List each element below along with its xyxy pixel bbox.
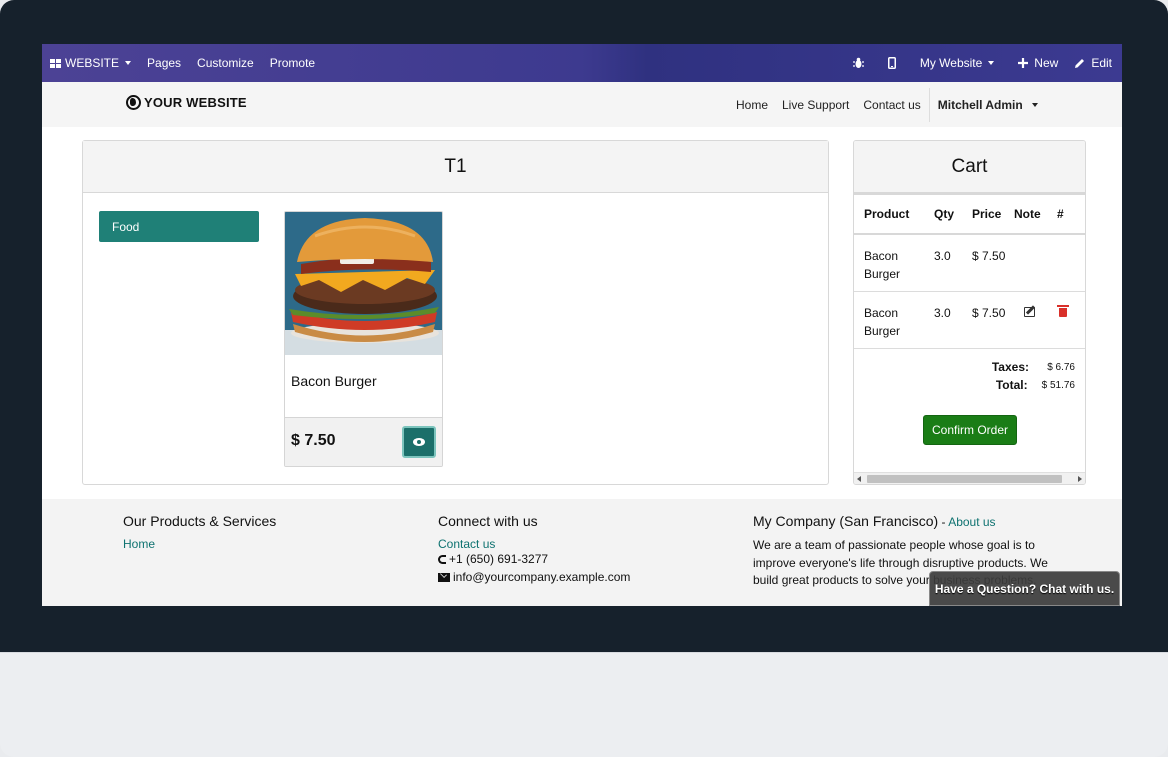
footer-products: Our Products & Services Home (123, 513, 403, 551)
cart-row-qty: 3.0 (934, 291, 972, 349)
bug-icon (852, 57, 864, 68)
footer-email: info@yourcompany.example.com (438, 569, 728, 587)
cart-row-actions (1057, 291, 1085, 349)
category-food-button[interactable]: Food (99, 211, 259, 242)
view-product-button[interactable] (402, 426, 436, 458)
product-name: Bacon Burger (291, 373, 377, 389)
website-selector[interactable]: My Website (908, 44, 1006, 82)
product-price: $ 7.50 (291, 432, 336, 449)
cart-header-row: Product Qty Price Note # (854, 193, 1085, 235)
cart-row-actions (1057, 234, 1085, 292)
scroll-right-icon[interactable] (1078, 476, 1082, 482)
chevron-down-icon (125, 61, 132, 65)
cart-row-product: Bacon Burger (854, 291, 934, 349)
confirm-order-button[interactable]: Confirm Order (923, 415, 1017, 445)
col-product: Product (854, 193, 934, 235)
total-label: Total: (995, 378, 1028, 392)
footer-link-contact[interactable]: Contact us (438, 537, 728, 551)
cart-row-note (1014, 291, 1057, 349)
footer-products-heading: Our Products & Services (123, 513, 277, 529)
cart-row-qty: 3.0 (934, 234, 972, 292)
taxes-value: $ 6.76 (1047, 361, 1075, 373)
edit-button[interactable]: Edit (1070, 44, 1122, 82)
nav-contact-us[interactable]: Contact us (856, 98, 927, 112)
nav-home[interactable]: Home (729, 98, 775, 112)
cart-row-product: Bacon Burger (854, 234, 934, 292)
chevron-down-icon (988, 61, 995, 65)
live-chat-button[interactable]: Have a Question? Chat with us. (929, 571, 1120, 606)
app-menu-button[interactable]: WEBSITE (42, 44, 139, 82)
table-title: T1 (83, 141, 828, 193)
footer-link-home[interactable]: Home (123, 537, 403, 551)
cart-row-price: $ 7.50 (972, 291, 1014, 349)
mobile-preview-button[interactable] (876, 44, 908, 82)
debug-button[interactable] (841, 44, 876, 82)
monitor-base (0, 652, 1168, 757)
website-header: YOUR WEBSITE Home Live Support Contact u… (42, 82, 1122, 127)
total-value: $ 51.76 (1041, 379, 1075, 391)
scrollbar-thumb[interactable] (867, 475, 1062, 483)
cart-panel: Cart Product Qty Price Note # Bacon Burg… (853, 140, 1086, 485)
col-qty: Qty (934, 193, 972, 235)
new-label: New (1034, 56, 1059, 70)
col-note: Note (1014, 193, 1057, 235)
globe-icon (126, 95, 141, 110)
horizontal-scrollbar[interactable] (854, 472, 1085, 484)
admin-bar: WEBSITE Pages Customize Promote My Websi… (42, 44, 1122, 82)
website-selector-label: My Website (919, 56, 983, 70)
trash-icon[interactable] (1057, 304, 1069, 317)
company-name: My Company (San Francisco) (753, 513, 939, 529)
cart-row: Bacon Burger 3.0 $ 7.50 (854, 234, 1085, 292)
col-actions: # (1057, 193, 1085, 235)
apps-grid-icon (50, 58, 61, 68)
footer-phone: +1 (650) 691-3277 (438, 551, 728, 569)
pencil-icon (1075, 58, 1085, 68)
cart-row: Bacon Burger 3.0 $ 7.50 (854, 291, 1085, 349)
cart-title: Cart (854, 141, 1085, 193)
about-separator: - (938, 515, 949, 529)
site-logo[interactable]: YOUR WEBSITE (126, 95, 247, 110)
chevron-down-icon (1032, 103, 1038, 108)
app-menu-label: WEBSITE (65, 56, 120, 70)
cart-row-price: $ 7.50 (972, 234, 1014, 292)
browser-screen: WEBSITE Pages Customize Promote My Websi… (42, 44, 1122, 606)
footer-link-about[interactable]: About us (948, 515, 995, 529)
mobile-icon (887, 57, 896, 69)
footer-connect-heading: Connect with us (438, 513, 538, 529)
cart-table: Product Qty Price Note # Bacon Burger 3.… (854, 193, 1085, 349)
phone-icon (438, 555, 446, 564)
product-image (285, 212, 442, 355)
new-button[interactable]: New (1006, 44, 1070, 82)
footer-phone-text: +1 (650) 691-3277 (449, 552, 549, 566)
envelope-icon (438, 572, 450, 582)
edit-note-icon[interactable] (1024, 306, 1035, 317)
scroll-left-icon[interactable] (857, 476, 861, 482)
menu-pages[interactable]: Pages (139, 44, 189, 82)
footer-email-text[interactable]: info@yourcompany.example.com (453, 570, 630, 584)
cart-row-note (1014, 234, 1057, 292)
table-panel: T1 Food Bacon Burger $ 7.50 (82, 140, 829, 485)
main-nav: Home Live Support Contact us Mitchell Ad… (729, 82, 1038, 127)
cart-totals: Taxes: $ 6.76 Total: $ 51.76 (992, 358, 1075, 394)
col-price: Price (972, 193, 1014, 235)
edit-label: Edit (1091, 56, 1112, 70)
nav-divider (928, 87, 930, 122)
site-footer: Our Products & Services Home Connect wit… (42, 499, 1122, 606)
nav-live-support[interactable]: Live Support (775, 98, 856, 112)
footer-company-heading: My Company (San Francisco) - About us (753, 513, 1053, 529)
product-card[interactable]: Bacon Burger $ 7.50 (284, 211, 443, 467)
plus-icon (1018, 58, 1029, 68)
burger-image (285, 212, 442, 355)
user-menu[interactable]: Mitchell Admin (931, 98, 1038, 112)
product-footer: $ 7.50 (285, 417, 442, 466)
logo-text: YOUR WEBSITE (144, 95, 247, 110)
user-name: Mitchell Admin (937, 97, 1023, 112)
eye-icon (413, 438, 425, 446)
footer-connect: Connect with us Contact us +1 (650) 691-… (438, 513, 728, 586)
main-content: T1 Food Bacon Burger $ 7.50 Cart Product… (42, 127, 1122, 499)
taxes-label: Taxes: (991, 360, 1029, 374)
menu-promote[interactable]: Promote (262, 44, 323, 82)
menu-customize[interactable]: Customize (189, 44, 262, 82)
